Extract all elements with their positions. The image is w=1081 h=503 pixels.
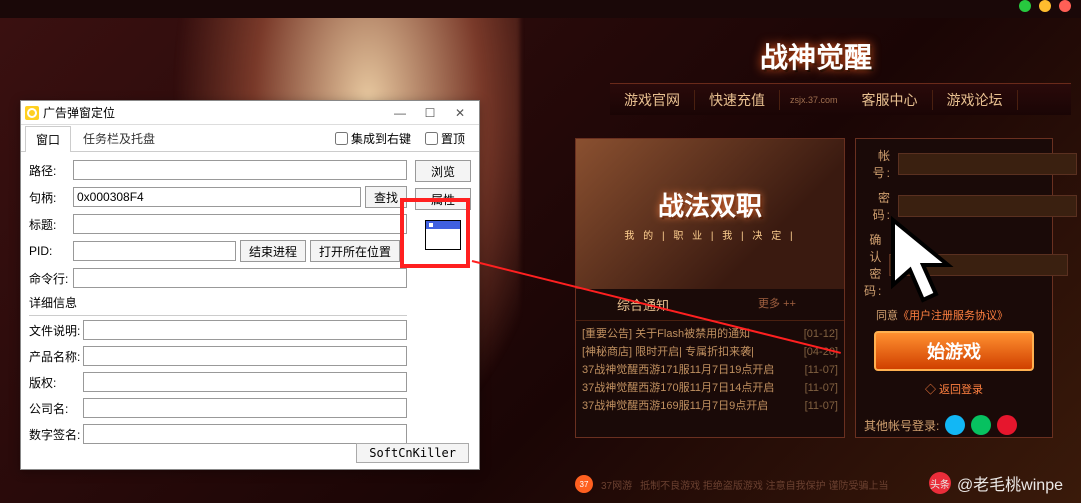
filedesc-label: 文件说明: bbox=[29, 322, 83, 339]
37-logo-icon: 37 bbox=[575, 475, 593, 493]
filedesc-input[interactable] bbox=[83, 320, 407, 340]
list-item: 37战神觉醒西游170服11月7日14点开启[11-07] bbox=[582, 379, 838, 397]
traffic-green-icon bbox=[1019, 0, 1031, 12]
nav-forum[interactable]: 游戏论坛 bbox=[933, 90, 1018, 110]
app-icon bbox=[25, 106, 39, 120]
window-title: 广告弹窗定位 bbox=[43, 104, 385, 121]
game-nav: 游戏官网 快速充值 zsjx.37.com 客服中心 游戏论坛 bbox=[610, 83, 1071, 115]
topmost-checkbox[interactable]: 置顶 bbox=[425, 130, 465, 147]
minimize-button[interactable]: — bbox=[385, 103, 415, 123]
path-label: 路径: bbox=[29, 162, 73, 179]
open-location-button[interactable]: 打开所在位置 bbox=[310, 240, 400, 262]
close-button[interactable]: ✕ bbox=[445, 103, 475, 123]
form-left: 路径: 句柄:查找 标题: PID:结束进程打开所在位置 命令行: 详细信息 文… bbox=[29, 160, 407, 450]
handle-label: 句柄: bbox=[29, 189, 73, 206]
cmd-input[interactable] bbox=[73, 268, 407, 288]
list-item: 37战神觉醒西游171服11月7日19点开启[11-07] bbox=[582, 361, 838, 379]
traffic-yellow-icon bbox=[1039, 0, 1051, 12]
pid-input[interactable] bbox=[73, 241, 236, 261]
copyright-input[interactable] bbox=[83, 372, 407, 392]
detail-header: 详细信息 bbox=[29, 294, 407, 311]
login-panel: 帐 号: 密 码: 确认密码: 同意《用户注册服务协议》 始游戏 ◇ 返回登录 … bbox=[855, 138, 1053, 438]
divider bbox=[29, 315, 407, 316]
tab-tray[interactable]: 任务栏及托盘 bbox=[73, 126, 165, 151]
agree-line: 同意《用户注册服务协议》 bbox=[876, 307, 1044, 323]
game-logo: 战神觉醒 bbox=[760, 36, 872, 76]
pwd2-input[interactable] bbox=[889, 254, 1068, 276]
prodname-label: 产品名称: bbox=[29, 348, 83, 365]
pid-label: PID: bbox=[29, 244, 73, 258]
cmd-label: 命令行: bbox=[29, 270, 73, 287]
prodname-input[interactable] bbox=[83, 346, 407, 366]
nav-pay[interactable]: 快速充值 bbox=[695, 90, 780, 110]
copyright-label: 版权: bbox=[29, 374, 83, 391]
softcnkiller-button[interactable]: SoftCnKiller bbox=[356, 443, 469, 463]
list-item: [神秘商店] 限时开启| 专属折扣来袭|[04-20] bbox=[582, 343, 838, 361]
user-input[interactable] bbox=[898, 153, 1077, 175]
other-login: 其他帐号登录: bbox=[864, 415, 1044, 435]
end-process-button[interactable]: 结束进程 bbox=[240, 240, 306, 262]
footer-text: 抵制不良游戏 拒绝盗版游戏 注意自我保护 谨防受骗上当 bbox=[640, 477, 888, 492]
callout-box bbox=[400, 198, 470, 268]
handle-input[interactable] bbox=[73, 187, 361, 207]
start-game-button[interactable]: 始游戏 bbox=[874, 331, 1034, 371]
title-label: 标题: bbox=[29, 216, 73, 233]
locator-app-window: 广告弹窗定位 — ☐ ✕ 窗口 任务栏及托盘 集成到右键 置顶 路径: 句柄:查… bbox=[20, 100, 480, 470]
tab-window[interactable]: 窗口 bbox=[25, 126, 71, 152]
qq-icon[interactable] bbox=[945, 415, 965, 435]
wechat-icon[interactable] bbox=[971, 415, 991, 435]
notice-list: [重要公告] 关于Flash被禁用的通知[01-12] [神秘商店] 限时开启|… bbox=[576, 321, 844, 419]
maximize-button[interactable]: ☐ bbox=[415, 103, 445, 123]
agree-link[interactable]: 《用户注册服务协议》 bbox=[898, 310, 1008, 322]
window-traffic-lights bbox=[1019, 0, 1071, 12]
nav-home[interactable]: 游戏官网 bbox=[610, 90, 695, 110]
watermark: 头条 @老毛桃winpe bbox=[929, 471, 1063, 495]
toutiao-icon: 头条 bbox=[929, 472, 951, 494]
notice-panel: 战法双职 我 的 | 职 业 | 我 | 决 定 | 综合通知 更多 ++ [重… bbox=[575, 138, 845, 438]
company-label: 公司名: bbox=[29, 400, 83, 417]
sign-input[interactable] bbox=[83, 424, 407, 444]
footer-brand: 37网游 bbox=[601, 477, 632, 492]
user-label: 帐 号: bbox=[864, 147, 892, 181]
sign-label: 数字签名: bbox=[29, 426, 83, 443]
tab-bar: 窗口 任务栏及托盘 集成到右键 置顶 bbox=[21, 125, 479, 152]
notice-more[interactable]: 更多 ++ bbox=[710, 289, 844, 320]
weibo-icon[interactable] bbox=[997, 415, 1017, 435]
banner-title: 战法双职 bbox=[658, 186, 762, 223]
titlebar[interactable]: 广告弹窗定位 — ☐ ✕ bbox=[21, 101, 479, 125]
title-input[interactable] bbox=[73, 214, 407, 234]
traffic-red-icon bbox=[1059, 0, 1071, 12]
back-login-link[interactable]: ◇ 返回登录 bbox=[864, 381, 1044, 397]
list-item: 37战神觉醒西游169服11月7日9点开启[11-07] bbox=[582, 397, 838, 415]
pwd-input[interactable] bbox=[898, 195, 1077, 217]
pwd2-label: 确认密码: bbox=[864, 231, 883, 299]
notice-tabs: 综合通知 更多 ++ bbox=[576, 289, 844, 321]
nav-cs[interactable]: 客服中心 bbox=[848, 90, 933, 110]
company-input[interactable] bbox=[83, 398, 407, 418]
game-footer: 37 37网游 抵制不良游戏 拒绝盗版游戏 注意自我保护 谨防受骗上当 bbox=[575, 475, 888, 493]
watermark-text: @老毛桃winpe bbox=[957, 471, 1063, 495]
promo-banner[interactable]: 战法双职 我 的 | 职 业 | 我 | 决 定 | bbox=[576, 139, 844, 289]
nav-domain: zsjx.37.com bbox=[780, 95, 848, 105]
context-menu-checkbox[interactable]: 集成到右键 bbox=[335, 130, 411, 147]
browse-button[interactable]: 浏览 bbox=[415, 160, 471, 182]
pwd-label: 密 码: bbox=[864, 189, 892, 223]
list-item: [重要公告] 关于Flash被禁用的通知[01-12] bbox=[582, 325, 838, 343]
banner-sub: 我 的 | 职 业 | 我 | 决 定 | bbox=[624, 227, 795, 242]
path-input[interactable] bbox=[73, 160, 407, 180]
